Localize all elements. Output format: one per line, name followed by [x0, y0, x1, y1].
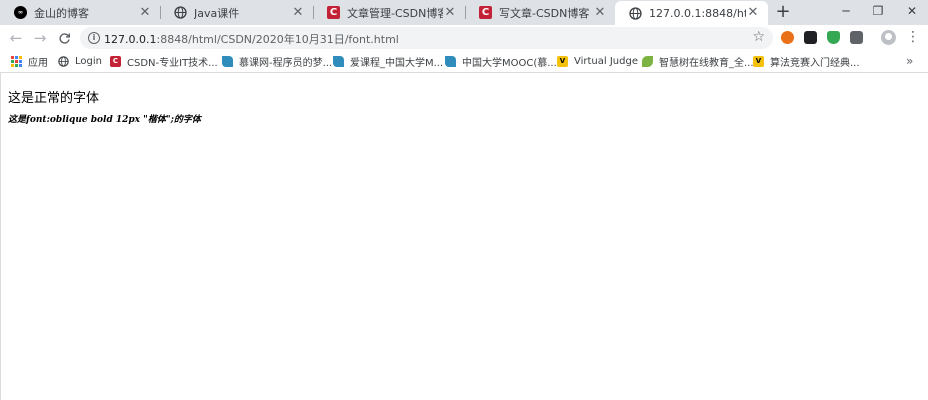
- bookmark-label: 中国大学MOOC(慕...: [462, 58, 557, 69]
- close-icon[interactable]: ✕: [443, 5, 457, 20]
- new-tab-button[interactable]: +: [774, 2, 792, 22]
- tab-java[interactable]: Java课件 ✕: [160, 0, 313, 25]
- bookmark-label: CSDN-专业IT技术...: [127, 58, 218, 69]
- tab-title: 文章管理-CSDN博客: [347, 6, 443, 20]
- tab-title: Java课件: [194, 6, 240, 20]
- bookmark-label: 智慧树在线教育_全...: [659, 58, 754, 69]
- close-icon[interactable]: ✕: [593, 5, 607, 20]
- address-bar[interactable]: i 127.0.0.1:8848/html/CSDN/2020年10月31日/f…: [80, 27, 773, 49]
- flag-icon: [222, 56, 233, 67]
- extension-infinity-icon[interactable]: [781, 31, 794, 44]
- bookmark-login[interactable]: Login: [58, 54, 102, 69]
- leaf-icon: [642, 56, 653, 67]
- info-icon[interactable]: i: [88, 32, 100, 44]
- url-path: :8848/html/CSDN/2020年10月31日/font.html: [156, 33, 399, 46]
- back-button[interactable]: ←: [6, 28, 26, 48]
- tab-active-font[interactable]: 127.0.0.1:8848/html/CSD ✕: [615, 1, 768, 25]
- tab-csdn-write[interactable]: C 写文章-CSDN博客 ✕: [465, 0, 615, 25]
- flag-icon: [445, 56, 456, 67]
- flag-icon: [333, 56, 344, 67]
- bookmark-label: Virtual Judge: [574, 56, 638, 67]
- browser-toolbar: ← → i 127.0.0.1:8848/html/CSDN/2020年10月3…: [0, 25, 928, 51]
- bookmark-imooc[interactable]: 慕课网-程序员的梦...: [222, 54, 332, 69]
- tab-blog[interactable]: ∞ 金山的博客 ✕: [0, 0, 160, 25]
- apps-icon: [11, 56, 22, 67]
- extension-camera-icon[interactable]: [804, 31, 817, 44]
- bookmark-star-icon[interactable]: ☆: [752, 29, 765, 45]
- bookmark-label: 应用: [28, 58, 48, 69]
- reload-button[interactable]: [54, 28, 74, 48]
- csdn-icon: C: [479, 6, 492, 19]
- shield-icon[interactable]: [827, 31, 840, 44]
- reload-icon: [58, 33, 70, 44]
- page-content: 这是正常的字体 这是font:oblique bold 12px "楷体";的字…: [0, 73, 928, 400]
- avatar[interactable]: [881, 30, 896, 45]
- bookmark-icourses[interactable]: 爱课程_中国大学M...: [333, 54, 443, 69]
- csdn-icon: C: [327, 6, 340, 19]
- restore-button[interactable]: ❐: [862, 0, 894, 24]
- globe-icon: [174, 6, 187, 19]
- bookmark-label: 算法竞赛入门经典...: [770, 58, 860, 69]
- normal-font-text: 这是正常的字体: [8, 91, 100, 106]
- close-icon[interactable]: ✕: [291, 5, 305, 20]
- oblique-font-text: 这是font:oblique bold 12px "楷体";的字体: [8, 115, 201, 125]
- vjudge-icon: V: [557, 56, 568, 67]
- vjudge-icon: V: [753, 56, 764, 67]
- extension-puzzle-icon[interactable]: [850, 31, 863, 44]
- bookmark-label: 爱课程_中国大学M...: [350, 58, 444, 69]
- bookmarks-bar: 应用 Login C CSDN-专业IT技术... 慕课网-程序员的梦... 爱…: [0, 51, 928, 73]
- globe-icon: [629, 6, 642, 20]
- bookmark-zhihuishu[interactable]: 智慧树在线教育_全...: [642, 54, 754, 69]
- forward-button[interactable]: →: [30, 28, 50, 48]
- bookmark-label: Login: [75, 56, 102, 67]
- tab-strip: ∞ 金山的博客 ✕ Java课件 ✕ C 文章管理-CSDN博客 ✕ C 写文章…: [0, 0, 928, 25]
- close-icon[interactable]: ✕: [138, 5, 152, 20]
- bookmark-mooc[interactable]: 中国大学MOOC(慕...: [445, 54, 557, 69]
- minimize-button[interactable]: ─: [830, 0, 862, 24]
- globe-icon: [58, 56, 69, 67]
- tab-title: 127.0.0.1:8848/html/CSD: [649, 6, 746, 20]
- tab-csdn-manage[interactable]: C 文章管理-CSDN博客 ✕: [313, 0, 465, 25]
- csdn-icon: C: [110, 56, 121, 67]
- bookmark-algorithm[interactable]: V 算法竞赛入门经典...: [753, 54, 860, 69]
- bookmark-vjudge[interactable]: V Virtual Judge: [557, 54, 638, 69]
- tab-title: 写文章-CSDN博客: [499, 6, 590, 20]
- more-menu-icon[interactable]: ⋮: [906, 29, 920, 45]
- url-text[interactable]: 127.0.0.1:8848/html/CSDN/2020年10月31日/fon…: [104, 31, 399, 47]
- window-close-button[interactable]: ✕: [896, 0, 928, 24]
- tab-title: 金山的博客: [34, 6, 89, 20]
- close-icon[interactable]: ✕: [746, 6, 760, 20]
- url-host: 127.0.0.1: [104, 33, 157, 46]
- bookmark-csdn[interactable]: C CSDN-专业IT技术...: [110, 54, 218, 69]
- blog-icon: ∞: [14, 6, 27, 19]
- bookmark-apps[interactable]: 应用: [11, 54, 48, 69]
- bookmarks-overflow-icon[interactable]: »: [906, 54, 913, 68]
- bookmark-label: 慕课网-程序员的梦...: [239, 58, 333, 69]
